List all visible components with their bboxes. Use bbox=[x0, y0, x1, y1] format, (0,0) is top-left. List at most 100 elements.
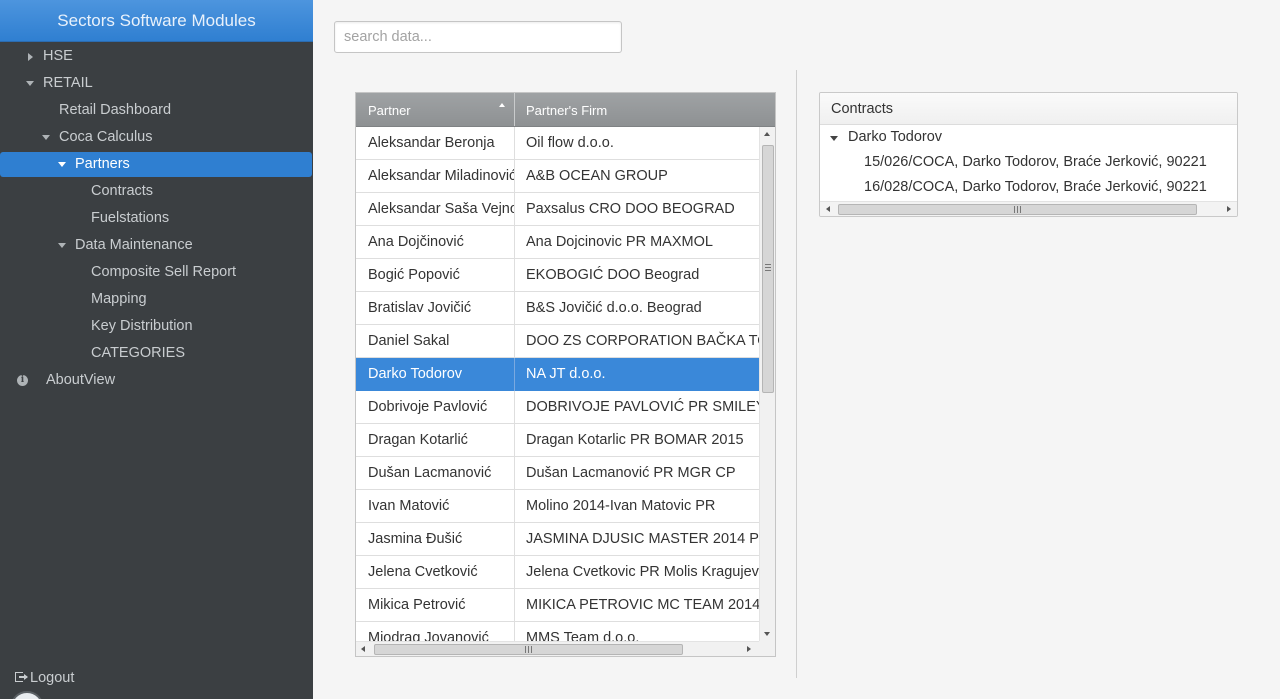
cell-partners-firm: B&S Jovičić d.o.o. Beograd bbox=[526, 300, 702, 316]
cell-partner: Dušan Lacmanović bbox=[356, 457, 515, 490]
cell-partners-firm: Jelena Cvetkovic PR Molis Kragujevac bbox=[526, 564, 759, 580]
horizontal-scrollbar[interactable] bbox=[356, 641, 775, 656]
sidebar-item-contracts[interactable]: Contracts bbox=[0, 179, 313, 204]
search-input[interactable] bbox=[334, 21, 622, 53]
cell-partners-firm: A&B OCEAN GROUP bbox=[526, 168, 668, 184]
sidebar-item-label: Partners bbox=[75, 156, 130, 172]
table-row[interactable]: Aleksandar Beronja Oil flow d.o.o. bbox=[356, 127, 759, 160]
avatar[interactable] bbox=[10, 691, 44, 699]
cell-partner: Daniel Sakal bbox=[356, 325, 515, 358]
column-header-partner[interactable]: Partner bbox=[356, 93, 515, 126]
tree-leaf-contract[interactable]: 16/028/COCA, Darko Todorov, Braće Jerkov… bbox=[864, 175, 1207, 200]
grid-body: Aleksandar Beronja Oil flow d.o.o. Aleksan… bbox=[356, 127, 759, 641]
table-row[interactable]: Daniel Sakal DOO ZS CORPORATION BAČKA TOP… bbox=[356, 325, 759, 358]
sidebar-item-label: HSE bbox=[43, 48, 73, 64]
column-header-partners-firm[interactable]: Partner's Firm bbox=[515, 93, 775, 126]
cell-partners-firm: Ana Dojcinovic PR MAXMOL bbox=[526, 234, 713, 250]
cell-partner: Jasmina Đušić bbox=[356, 523, 515, 556]
scroll-right-icon[interactable] bbox=[1227, 206, 1231, 212]
sidebar-item-label: Coca Calculus bbox=[59, 129, 153, 145]
splitter[interactable] bbox=[796, 70, 797, 678]
table-row[interactable]: Ivan Matović Molino 2014-Ivan Matovic PR bbox=[356, 490, 759, 523]
sidebar-item-label: CATEGORIES bbox=[91, 345, 185, 361]
logout-label: Logout bbox=[30, 670, 75, 686]
sidebar-item-label: AboutView bbox=[46, 372, 116, 388]
sidebar-item-partners[interactable]: Partners bbox=[0, 152, 312, 177]
panel-title: Contracts bbox=[820, 93, 1237, 125]
cell-partner: Ivan Matović bbox=[356, 490, 515, 523]
cell-partners-firm: NA JT d.o.o. bbox=[526, 366, 606, 382]
cell-partners-firm: Molino 2014-Ivan Matovic PR bbox=[526, 498, 716, 514]
info-icon: i bbox=[17, 375, 28, 386]
cell-partner: Miodrag Jovanović bbox=[356, 622, 515, 641]
sidebar: Sectors Software Modules HSE RETAIL Reta… bbox=[0, 0, 313, 699]
horizontal-scrollbar[interactable] bbox=[820, 201, 1237, 216]
chevron-right-icon bbox=[28, 52, 33, 61]
tree-node-partner[interactable]: Darko Todorov bbox=[848, 125, 942, 150]
contracts-panel: Contracts Darko Todorov 15/026/COCA, Dar… bbox=[819, 92, 1238, 217]
app-title: Sectors Software Modules bbox=[0, 0, 313, 42]
scroll-left-icon[interactable] bbox=[826, 206, 830, 212]
table-row[interactable]: Dobrivoje Pavlović DOBRIVOJE PAVLOVIĆ PR … bbox=[356, 391, 759, 424]
cell-partners-firm: MIKICA PETROVIC MC TEAM 2014 bbox=[526, 597, 759, 613]
table-row[interactable]: Bogić Popović EKOBOGIĆ DOO Beograd bbox=[356, 259, 759, 292]
vertical-scrollbar[interactable] bbox=[759, 127, 775, 641]
sidebar-item-label: Retail Dashboard bbox=[59, 102, 172, 118]
scrollbar-corner bbox=[759, 641, 775, 656]
cell-partner: Aleksandar Beronja bbox=[356, 127, 515, 160]
cell-partner: Ana Dojčinović bbox=[356, 226, 515, 259]
sign-out-icon bbox=[15, 671, 28, 683]
table-row[interactable]: Miodrag Jovanović MMS Team d.o.o. bbox=[356, 622, 759, 641]
scrollbar-thumb[interactable] bbox=[374, 644, 683, 655]
cell-partner: Mikica Petrović bbox=[356, 589, 515, 622]
sidebar-item-label: Composite Sell Report bbox=[91, 264, 237, 280]
sidebar-item-key-distribution[interactable]: Key Distribution bbox=[0, 314, 313, 339]
cell-partner: Aleksandar Miladinović bbox=[356, 160, 515, 193]
table-row[interactable]: Jasmina Đušić JASMINA DJUSIC MASTER 2014 … bbox=[356, 523, 759, 556]
scroll-right-icon[interactable] bbox=[747, 646, 751, 652]
chevron-down-icon[interactable] bbox=[830, 136, 838, 141]
sidebar-item-data-maintenance[interactable]: Data Maintenance bbox=[0, 233, 313, 258]
sidebar-item-label: Fuelstations bbox=[91, 210, 170, 226]
tree-leaf-contract[interactable]: 15/026/COCA, Darko Todorov, Braće Jerkov… bbox=[864, 150, 1207, 175]
sidebar-item-retail[interactable]: RETAIL bbox=[0, 71, 313, 96]
sidebar-item-label: Data Maintenance bbox=[75, 237, 193, 253]
chevron-down-icon bbox=[26, 81, 34, 86]
cell-partners-firm: DOO ZS CORPORATION BAČKA TOPOLA bbox=[526, 333, 759, 349]
sidebar-item-mapping[interactable]: Mapping bbox=[0, 287, 313, 312]
cell-partner: Dobrivoje Pavlović bbox=[356, 391, 515, 424]
scroll-left-icon[interactable] bbox=[361, 646, 365, 652]
cell-partner: Dragan Kotarlić bbox=[356, 424, 515, 457]
sidebar-item-categories[interactable]: CATEGORIES bbox=[0, 341, 313, 366]
sidebar-item-coca-calculus[interactable]: Coca Calculus bbox=[0, 125, 313, 150]
table-row[interactable]: Jelena Cvetković Jelena Cvetkovic PR Moli… bbox=[356, 556, 759, 589]
cell-partner: Jelena Cvetković bbox=[356, 556, 515, 589]
sidebar-item-label: Contracts bbox=[91, 183, 154, 199]
logout-button[interactable]: Logout bbox=[15, 668, 74, 688]
table-row[interactable]: Ana Dojčinović Ana Dojcinovic PR MAXMOL bbox=[356, 226, 759, 259]
cell-partners-firm: Dušan Lacmanović PR MGR CP bbox=[526, 465, 736, 481]
table-row[interactable]: Dušan Lacmanović Dušan Lacmanović PR MGR … bbox=[356, 457, 759, 490]
cell-partners-firm: Paxsalus CRO DOO BEOGRAD bbox=[526, 201, 735, 217]
sidebar-item-retail-dashboard[interactable]: Retail Dashboard bbox=[0, 98, 313, 123]
table-row[interactable]: Aleksandar Miladinović A&B OCEAN GROUP bbox=[356, 160, 759, 193]
scroll-down-icon[interactable] bbox=[764, 632, 770, 636]
scrollbar-thumb[interactable] bbox=[762, 145, 774, 393]
table-row[interactable]: Dragan Kotarlić Dragan Kotarlic PR BOMAR … bbox=[356, 424, 759, 457]
table-row[interactable]: Aleksandar Saša Vejnović Paxsalus CRO DOO… bbox=[356, 193, 759, 226]
scrollbar-thumb[interactable] bbox=[838, 204, 1197, 215]
sidebar-item-aboutview[interactable]: i AboutView bbox=[0, 368, 313, 393]
partners-grid: Partner Partner's Firm Aleksandar Beronj… bbox=[355, 92, 776, 657]
sidebar-item-label: RETAIL bbox=[43, 75, 93, 91]
grid-header: Partner Partner's Firm bbox=[356, 93, 775, 127]
sidebar-item-hse[interactable]: HSE bbox=[0, 44, 313, 69]
scroll-up-icon[interactable] bbox=[764, 132, 770, 136]
cell-partner: Bogić Popović bbox=[356, 259, 515, 292]
cell-partner: Bratislav Jovičić bbox=[356, 292, 515, 325]
sidebar-item-composite-sell-report[interactable]: Composite Sell Report bbox=[0, 260, 313, 285]
sidebar-item-fuelstations[interactable]: Fuelstations bbox=[0, 206, 313, 231]
table-row[interactable]: Mikica Petrović MIKICA PETROVIC MC TEAM 2… bbox=[356, 589, 759, 622]
sort-ascending-icon bbox=[499, 103, 505, 107]
table-row[interactable]: Bratislav Jovičić B&S Jovičić d.o.o. Beog… bbox=[356, 292, 759, 325]
table-row[interactable]: Darko Todorov NA JT d.o.o. bbox=[356, 358, 759, 391]
